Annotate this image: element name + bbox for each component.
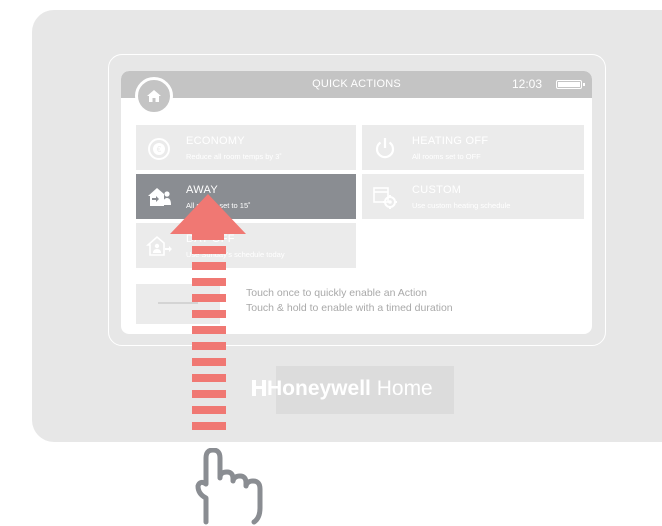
away-house-icon bbox=[148, 188, 171, 206]
tile-title: CUSTOM bbox=[412, 184, 462, 196]
pointing-hand-icon bbox=[195, 448, 263, 525]
svg-text:€: € bbox=[157, 145, 162, 154]
swipe-dash bbox=[192, 278, 226, 286]
tile-title: HEATING OFF bbox=[412, 135, 489, 147]
honeywell-h-icon bbox=[252, 380, 266, 396]
home-icon bbox=[147, 90, 161, 102]
top-bar: QUICK ACTIONS 12:03 bbox=[121, 71, 592, 98]
swipe-dash bbox=[192, 390, 226, 398]
power-icon bbox=[375, 138, 395, 159]
hint-line-2: Touch & hold to enable with a timed dura… bbox=[246, 302, 453, 314]
tile-subtitle: All rooms set to OFF bbox=[412, 152, 481, 161]
tile-heating-off[interactable]: HEATING OFF All rooms set to OFF bbox=[362, 125, 584, 170]
swipe-dash bbox=[192, 342, 226, 350]
tile-subtitle: Use custom heating schedule bbox=[412, 201, 511, 210]
home-button[interactable] bbox=[135, 77, 173, 115]
arrow-left-icon bbox=[158, 302, 198, 304]
arrow-up-icon bbox=[170, 194, 246, 240]
swipe-dash bbox=[192, 246, 226, 254]
hint-line-1: Touch once to quickly enable an Action bbox=[246, 287, 427, 299]
hint-illustration bbox=[136, 284, 220, 324]
calendar-gear-icon bbox=[373, 187, 397, 209]
tile-day-off[interactable]: DAY OFF Use Sunday's schedule today bbox=[136, 223, 356, 268]
tile-title: ECONOMY bbox=[186, 135, 245, 147]
swipe-dash bbox=[192, 310, 226, 318]
swipe-dash bbox=[192, 262, 226, 270]
swipe-dash bbox=[192, 422, 226, 430]
brand-suffix: Home bbox=[376, 377, 433, 400]
clock-time: 12:03 bbox=[511, 77, 542, 91]
swipe-dash bbox=[192, 374, 226, 382]
swipe-dash bbox=[192, 326, 226, 334]
swipe-dash bbox=[192, 358, 226, 366]
swipe-dash bbox=[192, 294, 226, 302]
battery-icon bbox=[556, 80, 585, 89]
brand-name: Honeywell bbox=[267, 377, 371, 400]
tile-away[interactable]: AWAY All rooms set to 15˚ bbox=[136, 174, 356, 219]
swipe-dash bbox=[192, 406, 226, 414]
brand-logo: Honeywell Home bbox=[251, 377, 433, 401]
day-off-house-icon bbox=[146, 235, 172, 256]
tile-subtitle: Reduce all room temps by 3˚ bbox=[186, 152, 282, 161]
euro-house-icon: € bbox=[148, 138, 170, 160]
tile-custom[interactable]: CUSTOM Use custom heating schedule bbox=[362, 174, 584, 219]
tile-economy[interactable]: € ECONOMY Reduce all room temps by 3˚ bbox=[136, 125, 356, 170]
